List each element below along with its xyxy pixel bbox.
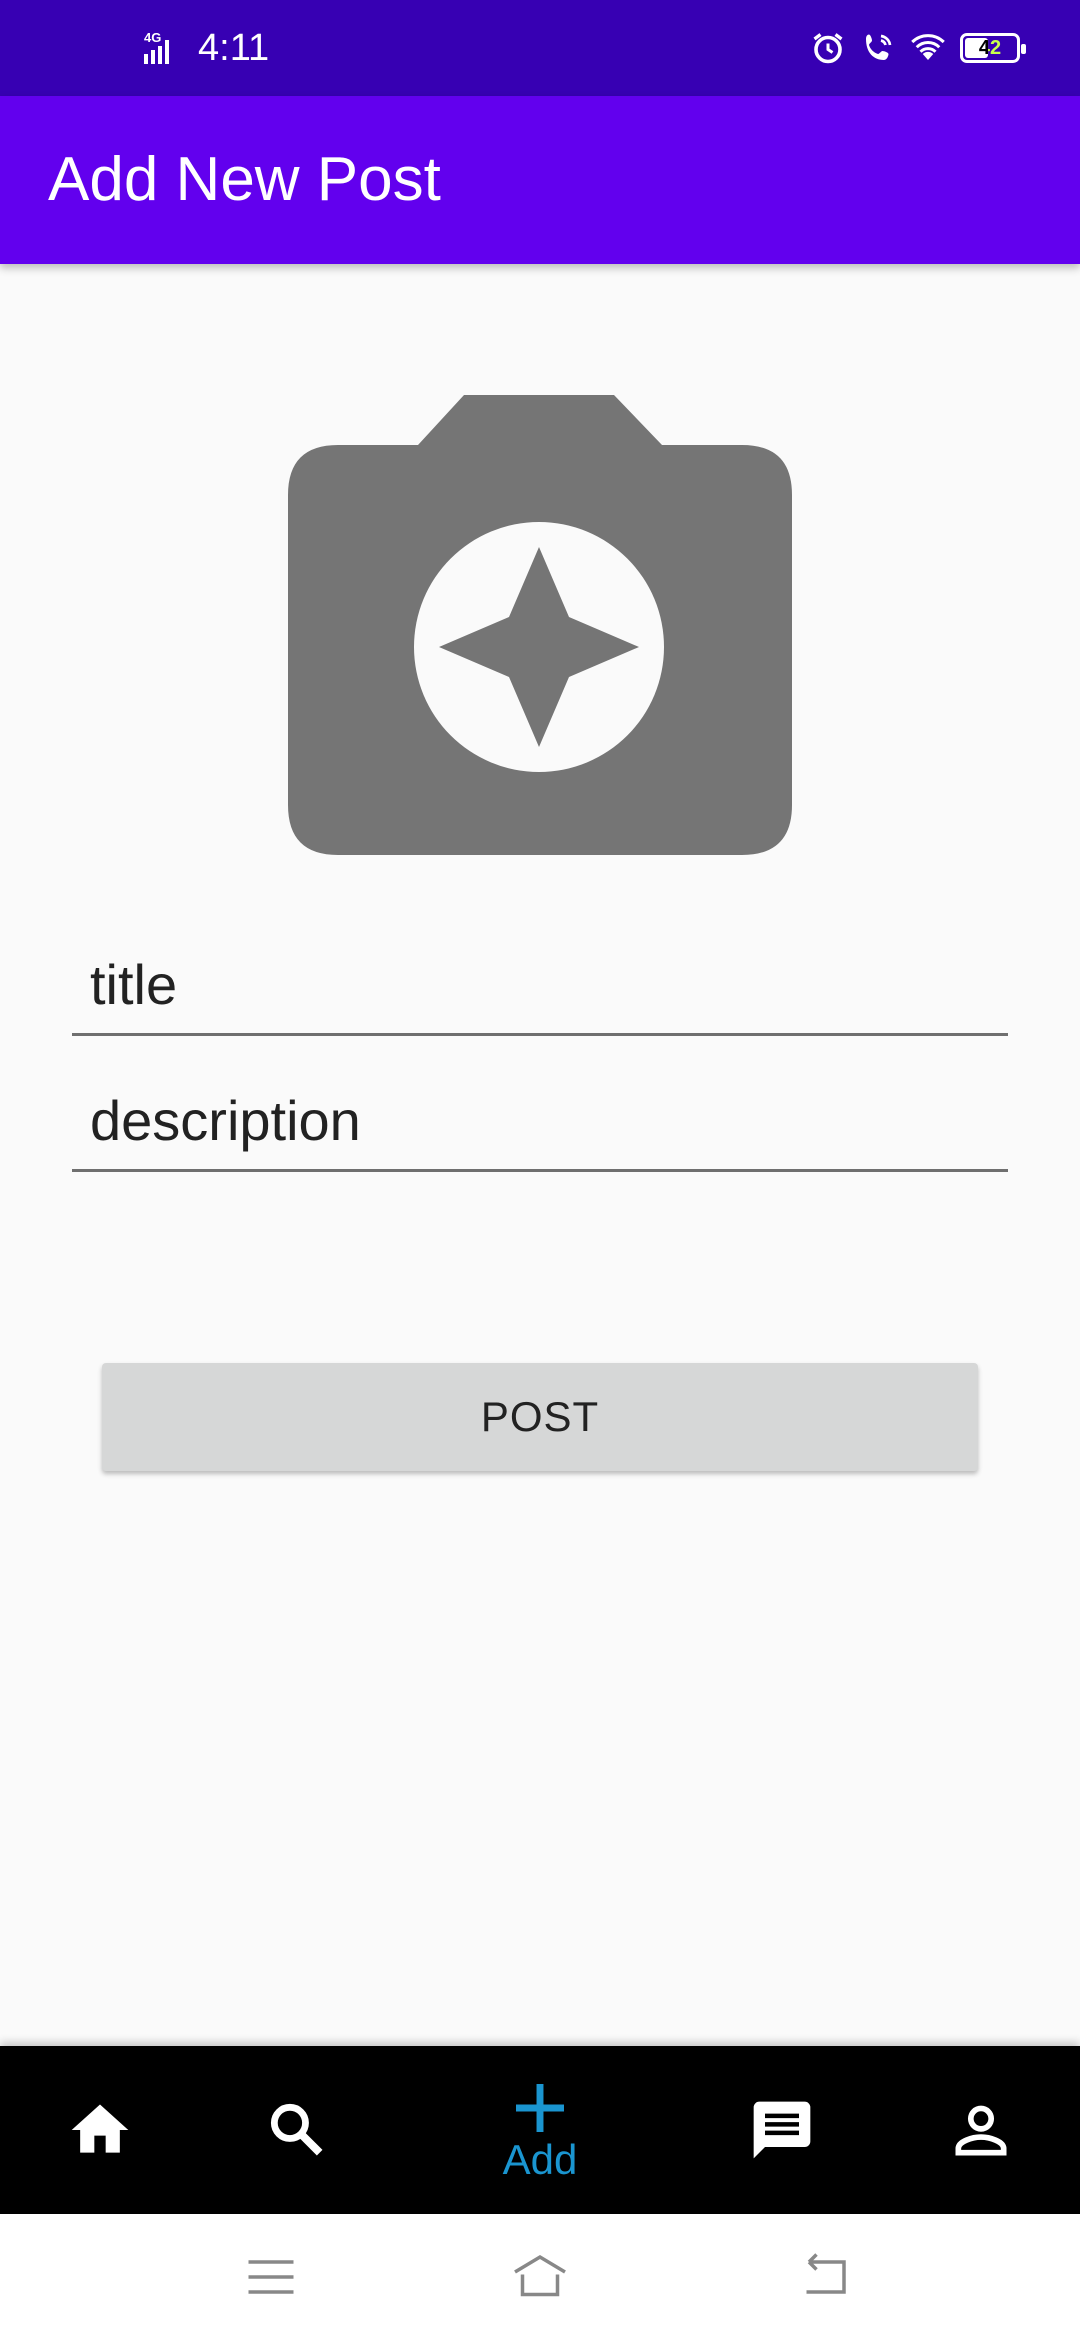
home-icon	[71, 2104, 129, 2153]
network-label: 4G	[144, 30, 161, 45]
nav-item-chat[interactable]	[732, 2046, 832, 2214]
post-button[interactable]: POST	[102, 1363, 978, 1471]
image-picker[interactable]	[288, 395, 792, 855]
page-title: Add New Post	[48, 145, 441, 214]
system-back-button[interactable]	[784, 2244, 864, 2310]
profile-icon	[955, 2105, 1007, 2156]
system-home-button[interactable]	[500, 2244, 580, 2310]
nav-item-search[interactable]	[247, 2046, 347, 2214]
status-left: 4G 4:11	[142, 0, 269, 96]
camera-icon[interactable]	[288, 395, 792, 855]
nav-item-add[interactable]: Add	[440, 2046, 640, 2214]
search-icon	[270, 2103, 323, 2156]
add-icon	[516, 2084, 564, 2132]
battery-level: 42	[978, 36, 1002, 59]
menu-icon	[248, 2260, 294, 2294]
battery-icon: 42	[960, 33, 1026, 63]
home-outline-icon	[514, 2254, 566, 2297]
screen: 4G 4:11 42 Add New Post title descriptio…	[0, 0, 1080, 2340]
system-nav	[0, 2214, 1080, 2340]
nav-item-home[interactable]	[50, 2046, 150, 2214]
title-input[interactable]	[72, 924, 1008, 1033]
nav-item-profile[interactable]	[931, 2046, 1031, 2214]
description-input[interactable]	[72, 1060, 1008, 1169]
chat-icon	[753, 2101, 811, 2159]
system-menu-button[interactable]	[231, 2244, 311, 2310]
bottom-nav: Add	[0, 2046, 1080, 2214]
status-time: 4:11	[198, 26, 270, 69]
status-bar: 4G 4:11 42	[0, 0, 1080, 96]
nav-add-label: Add	[502, 2136, 578, 2183]
back-icon	[806, 2253, 846, 2294]
alarm-icon	[813, 33, 843, 64]
signal-icon: 4G	[144, 30, 169, 64]
title-field[interactable]	[72, 924, 1008, 1036]
status-right: 42	[810, 0, 1026, 96]
description-field[interactable]	[72, 1060, 1008, 1172]
wifi-calling-icon	[866, 34, 892, 60]
app-bar: Add New Post	[0, 96, 1080, 264]
wifi-icon	[911, 34, 945, 60]
